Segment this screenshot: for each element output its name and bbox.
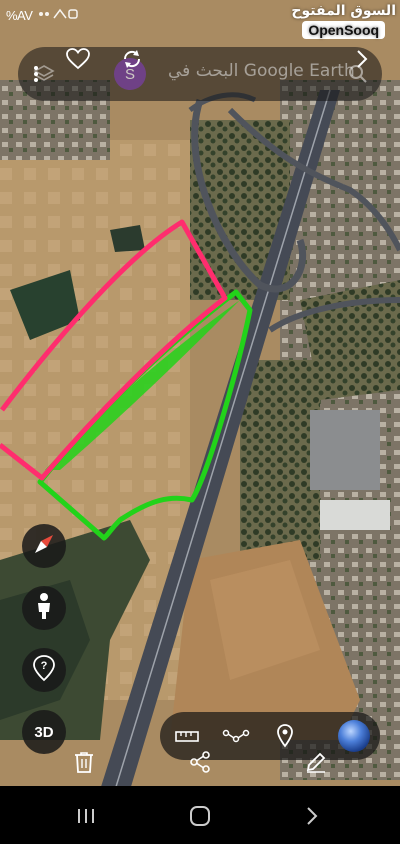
status-battery-text: %AV [6,7,33,23]
sync-icon[interactable] [114,41,150,77]
status-indicators [38,8,79,23]
compass-icon [31,531,57,562]
share-icon[interactable] [176,738,224,786]
opensooq-watermark: السوق المفتوح OpenSooq [291,2,396,40]
action-row [0,738,400,786]
back-icon[interactable] [282,794,342,838]
pencil-icon[interactable] [292,738,340,786]
brand-english: OpenSooq [302,21,386,39]
heart-icon[interactable] [60,41,96,77]
home-icon[interactable] [170,794,230,838]
system-nav-bar [0,786,400,844]
compass-button[interactable] [22,524,66,568]
trash-icon[interactable] [60,738,108,786]
street-view-icon [34,592,54,625]
help-button[interactable]: ? [22,648,66,692]
chevron-right-icon[interactable] [344,41,380,77]
recent-apps-icon[interactable] [56,794,116,838]
help-icon: ? [30,654,58,687]
search-input[interactable]: البحث في Google Earth [168,61,355,81]
layers-icon[interactable] [26,56,62,92]
svg-text:?: ? [41,660,48,672]
brand-arabic: السوق المفتوح [291,3,396,19]
street-view-button[interactable] [22,586,66,630]
search-bar[interactable]: S البحث في Google Earth [18,47,382,101]
